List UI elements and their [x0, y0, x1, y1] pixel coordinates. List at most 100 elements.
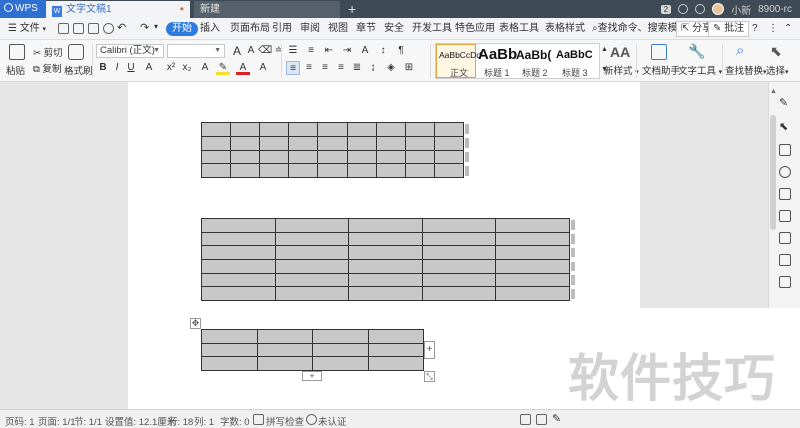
char-border-icon[interactable]: A: [256, 61, 270, 75]
table-cell[interactable]: [367, 356, 424, 371]
table-row[interactable]: [201, 272, 570, 288]
table-cell[interactable]: [433, 149, 465, 165]
file-menu[interactable]: ☰ 文件 ▾: [8, 22, 46, 36]
underline-icon[interactable]: U: [124, 61, 138, 75]
chevron-down-icon[interactable]: ▾: [154, 22, 158, 31]
table-cell[interactable]: [495, 258, 570, 274]
table-cell[interactable]: [348, 286, 423, 301]
table-cell[interactable]: [348, 272, 423, 288]
add-tab-icon[interactable]: +: [348, 0, 356, 18]
collapse-ribbon-icon[interactable]: ⌃: [784, 22, 792, 36]
new-style-button[interactable]: 新样式 ▾: [604, 63, 639, 77]
new-style-icon[interactable]: AA: [610, 44, 630, 60]
paste-button[interactable]: 粘贴: [6, 63, 25, 77]
print-preview-icon[interactable]: [103, 23, 114, 34]
tab-home[interactable]: 开始: [166, 22, 198, 36]
table-cell[interactable]: [346, 149, 377, 165]
table-row[interactable]: [201, 231, 570, 247]
tab-security[interactable]: 安全: [384, 22, 404, 36]
table-cell[interactable]: [375, 149, 406, 165]
edit-icon[interactable]: ✎: [779, 98, 791, 110]
format-painter-icon[interactable]: [68, 44, 84, 60]
table-icon[interactable]: [779, 188, 791, 200]
style-heading2-sample[interactable]: AaBb(: [516, 48, 556, 62]
table-row[interactable]: [200, 149, 465, 165]
settings-icon[interactable]: [695, 4, 706, 14]
table-2[interactable]: [201, 218, 570, 301]
table-cell[interactable]: [201, 258, 276, 274]
table-row[interactable]: [201, 329, 424, 344]
highlight-icon[interactable]: ✎: [216, 61, 230, 75]
style-heading3-sample[interactable]: AaBbC: [556, 49, 594, 61]
status-word-count[interactable]: 字数: 0: [220, 414, 250, 428]
table-cell[interactable]: [312, 329, 369, 344]
table-cell[interactable]: [200, 149, 232, 165]
table-3[interactable]: [201, 329, 424, 371]
table-cell[interactable]: [348, 231, 423, 247]
grow-font-icon[interactable]: A: [230, 44, 244, 58]
tab-page-layout[interactable]: 页面布局: [230, 22, 270, 36]
close-tab-icon[interactable]: •: [180, 1, 184, 18]
style-heading1-sample[interactable]: AaBb: [478, 46, 518, 63]
table-row[interactable]: [201, 356, 424, 371]
cut-button[interactable]: ✂ 剪切: [33, 45, 63, 59]
wrench-icon[interactable]: 🔧: [688, 43, 705, 60]
command-search[interactable]: ⌕查找命令、搜索模板: [592, 22, 688, 36]
italic-icon[interactable]: I: [110, 61, 124, 75]
table-cell[interactable]: [200, 122, 232, 137]
table-cell[interactable]: [256, 329, 313, 344]
table-cell[interactable]: [259, 122, 290, 137]
help-button[interactable]: ?: [752, 22, 758, 36]
align-center-icon[interactable]: ≡: [302, 61, 316, 75]
table-cell[interactable]: [346, 135, 377, 151]
table-move-handle-icon[interactable]: ✥: [190, 318, 201, 329]
tab-document[interactable]: W 文字文稿1 •: [46, 1, 190, 18]
table-cell[interactable]: [256, 356, 313, 371]
tab-table-style[interactable]: 表格样式: [545, 22, 585, 36]
table-row[interactable]: [201, 218, 570, 233]
user-name[interactable]: 小新: [731, 2, 751, 17]
add-column-button[interactable]: +: [424, 341, 435, 359]
table-cell[interactable]: [201, 286, 276, 301]
table-cell[interactable]: [421, 231, 497, 247]
numbering-icon[interactable]: ≡: [304, 44, 318, 58]
spell-check-icon[interactable]: [253, 414, 264, 425]
table-cell[interactable]: [495, 218, 570, 233]
table-cell[interactable]: [201, 356, 258, 371]
writer-assistant-icon[interactable]: [651, 44, 667, 60]
table-cell[interactable]: [348, 245, 423, 260]
table-cell[interactable]: [256, 342, 313, 358]
table-cell[interactable]: [200, 135, 232, 151]
tab-developer[interactable]: 开发工具: [412, 22, 452, 36]
shrink-font-icon[interactable]: A: [244, 44, 258, 58]
style-heading2-label[interactable]: 标题 2: [522, 66, 548, 79]
superscript-icon[interactable]: x²: [164, 61, 178, 75]
table-cell[interactable]: [230, 122, 261, 137]
table-cell[interactable]: [201, 329, 258, 344]
font-size-select[interactable]: ▼: [167, 44, 225, 58]
table-cell[interactable]: [348, 258, 423, 274]
scroll-up-icon[interactable]: ▲: [770, 88, 777, 95]
table-cell[interactable]: [404, 163, 435, 178]
select-cursor-icon[interactable]: ⬉: [770, 43, 782, 60]
fullscreen-icon[interactable]: [520, 414, 531, 425]
bullets-icon[interactable]: ☰: [286, 44, 300, 58]
table-cell[interactable]: [317, 163, 348, 178]
tab-references[interactable]: 引用: [272, 22, 292, 36]
increase-indent-icon[interactable]: ⇥: [340, 44, 354, 58]
tab-special[interactable]: 特色应用: [455, 22, 495, 36]
write-mode-icon[interactable]: ✎: [552, 414, 563, 425]
table-row[interactable]: [201, 258, 570, 274]
wps-app-button[interactable]: WPS: [0, 0, 46, 18]
justify-icon[interactable]: ≡: [334, 61, 348, 75]
copy-button[interactable]: ⧉ 复制: [33, 61, 61, 75]
chinese-layout-icon[interactable]: A: [358, 44, 372, 58]
table-row[interactable]: [201, 286, 570, 301]
table-cell[interactable]: [288, 122, 319, 137]
table-cell[interactable]: [367, 342, 424, 358]
table-cell[interactable]: [201, 245, 276, 260]
table-cell[interactable]: [312, 342, 369, 358]
table-cell[interactable]: [348, 218, 423, 233]
table-cell[interactable]: [200, 163, 232, 178]
table-cell[interactable]: [274, 286, 350, 301]
